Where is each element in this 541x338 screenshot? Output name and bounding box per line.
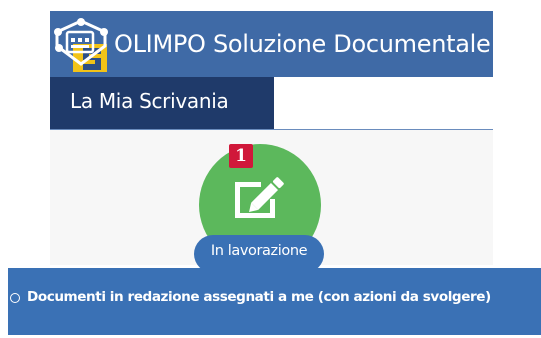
in-lavorazione-tile[interactable]: 1 In lavorazione <box>194 144 324 276</box>
radio-circle-icon[interactable] <box>10 293 20 303</box>
notification-badge: 1 <box>229 144 253 168</box>
section-header[interactable]: Documenti in redazione assegnati a me (c… <box>8 268 541 335</box>
nav-bar: La Mia Scrivania <box>50 77 493 130</box>
app-header: OLIMPO Soluzione Documentale <box>50 11 493 77</box>
olimpo-logo-icon[interactable] <box>53 18 109 72</box>
edit-icon <box>235 177 284 218</box>
app-title: OLIMPO Soluzione Documentale <box>114 30 491 58</box>
section-title: Documenti in redazione assegnati a me (c… <box>27 289 491 305</box>
tab-la-mia-scrivania[interactable]: La Mia Scrivania <box>50 77 274 129</box>
